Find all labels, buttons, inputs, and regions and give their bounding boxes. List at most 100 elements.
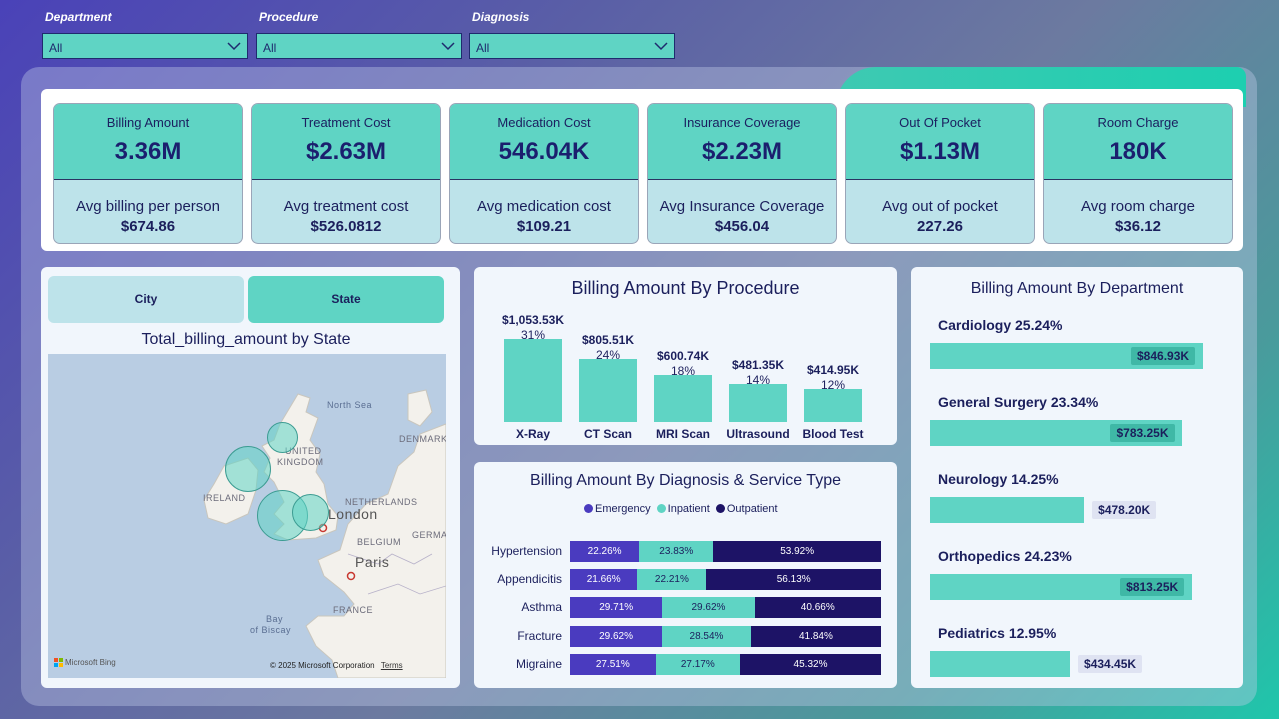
map-title: Total_billing_amount by State [141,331,351,348]
diagnosis-segment[interactable]: 21.66% [570,569,638,591]
procedure-category-label: CT Scan [583,427,632,441]
state-bubble[interactable] [267,422,298,453]
department-value-label: $434.45K [1078,655,1143,673]
state-bubble[interactable] [292,494,329,531]
bing-logo: Microsoft Bing [54,658,116,667]
diagnosis-dropdown-value: All [476,41,490,55]
legend-item-outpatient[interactable]: Outpatient [715,503,778,515]
procedure-percent-label: 12% [820,378,846,393]
department-category-label: Pediatrics 12.95% [938,625,1057,641]
procedure-value-label: $481.35K [731,358,785,373]
department-chart-panel: Billing Amount By Department Cardiology … [911,267,1243,688]
diagnosis-chart-title: Billing Amount By Diagnosis & Service Ty… [530,472,841,489]
map-label-bay: of Biscay [250,625,292,635]
map-panel: City State Total_billing_amount by State… [41,267,460,688]
diagnosis-dropdown[interactable]: All [469,33,675,59]
city-toggle-button[interactable]: City [48,276,244,323]
kpi-title: Insurance Coverage [683,115,801,130]
procedure-percent-label: 14% [745,373,771,388]
chevron-down-icon [227,42,241,51]
legend-item-inpatient[interactable]: Inpatient [656,503,710,515]
diagnosis-segment[interactable]: 29.62% [570,625,663,647]
diagnosis-segment[interactable]: 56.13% [706,569,881,591]
kpi-sub-label: Avg room charge [1081,198,1195,215]
diagnosis-segment[interactable]: 40.66% [754,597,881,619]
map-copyright: © 2025 Microsoft Corporation Terms [270,661,403,670]
kpi-sub-value: $456.04 [714,218,770,235]
kpi-title: Room Charge [1097,115,1179,130]
diagnosis-segment[interactable]: 22.26% [570,541,640,562]
map-label-uk: KINGDOM [277,457,324,467]
diagnosis-segment[interactable]: 27.17% [655,653,741,675]
kpi-card-treatment: Treatment Cost $2.63M Avg treatment cost … [251,103,441,244]
kpi-card-room-charge: Room Charge 180K Avg room charge $36.12 [1043,103,1233,244]
procedure-percent-label: 18% [670,363,696,378]
procedure-bar[interactable] [729,384,787,422]
diagnosis-row-label: Appendicitis [497,572,562,587]
diagnosis-chart-panel: Billing Amount By Diagnosis & Service Ty… [474,462,897,688]
kpi-sub-value: 227.26 [917,218,963,235]
diagnosis-segment[interactable]: 22.21% [637,569,707,591]
chevron-down-icon [441,42,455,51]
procedure-percent-label: 31% [520,328,546,342]
department-category-label: General Surgery 23.34% [938,394,1099,410]
procedure-bar[interactable] [654,374,712,422]
procedure-category-label: MRI Scan [655,427,710,441]
procedure-bar[interactable] [804,389,862,422]
map-label-ireland: IRELAND [203,493,246,503]
department-dropdown[interactable]: All [42,33,248,59]
state-map[interactable]: North Sea UNITED KINGDOM DENMARK IRELAND… [48,354,446,678]
kpi-card-medication: Medication Cost 546.04K Avg medication co… [449,103,639,244]
legend-label: Outpatient [726,503,778,515]
procedure-value-label: $1,053.53K [501,313,565,327]
map-land [203,389,446,678]
state-bubble[interactable] [225,446,271,492]
map-label-germany: GERMA [412,530,446,540]
map-label-paris: Paris [355,554,390,570]
diagnosis-segment[interactable]: 45.32% [740,653,881,675]
kpi-title: Billing Amount [106,115,190,130]
legend-label: Inpatient [667,503,710,515]
state-toggle-button[interactable]: State [248,276,444,323]
department-value-label: $478.20K [1092,501,1157,519]
kpi-sub-label: Avg Insurance Coverage [659,198,825,215]
diagnosis-row-label: Fracture [517,628,562,643]
microsoft-logo-icon [54,658,63,667]
diagnosis-row-label: Hypertension [491,544,562,558]
procedure-category-label: Ultrasound [726,427,790,441]
diagnosis-segment[interactable]: 29.71% [570,597,663,619]
legend-item-emergency[interactable]: Emergency [584,503,651,515]
filter-procedure-label: Procedure [259,10,319,24]
procedure-value-label: $600.74K [656,348,710,363]
department-bar[interactable] [930,497,1085,523]
kpi-value: $2.23M [701,138,783,165]
kpi-value: 3.36M [114,138,182,165]
diagnosis-segment[interactable]: 28.54% [662,625,751,647]
diagnosis-segment[interactable]: 27.51% [570,653,656,675]
kpi-sub-label: Avg treatment cost [283,198,409,215]
filter-department-label: Department [45,10,112,24]
map-label-france: FRANCE [333,605,374,615]
department-category-label: Cardiology 25.24% [938,317,1063,333]
procedure-dropdown[interactable]: All [256,33,462,59]
department-bar[interactable] [930,651,1071,677]
kpi-card-out-of-pocket: Out Of Pocket $1.13M Avg out of pocket 22… [845,103,1035,244]
kpi-sub-label: Avg out of pocket [882,198,998,215]
diagnosis-segment[interactable]: 23.83% [639,541,714,562]
procedure-value-label: $414.95K [806,363,860,378]
diagnosis-segment[interactable]: 53.92% [713,541,881,562]
diagnosis-segment[interactable]: 29.62% [662,597,755,619]
procedure-bar[interactable] [504,339,562,422]
map-label-north-sea: North Sea [327,400,373,410]
map-label-london: London [328,506,378,522]
map-terms-link[interactable]: Terms [381,661,403,670]
legend-dot-icon [656,504,666,513]
diagnosis-segment[interactable]: 41.84% [750,625,881,647]
department-dropdown-value: All [49,41,63,55]
kpi-sub-value: $109.21 [516,218,572,235]
procedure-dropdown-value: All [263,41,277,55]
procedure-bar[interactable] [579,358,637,422]
department-value-label: $846.93K [1131,347,1196,365]
kpi-sub-value: $36.12 [1115,218,1161,235]
filter-department: Department All [42,10,248,59]
